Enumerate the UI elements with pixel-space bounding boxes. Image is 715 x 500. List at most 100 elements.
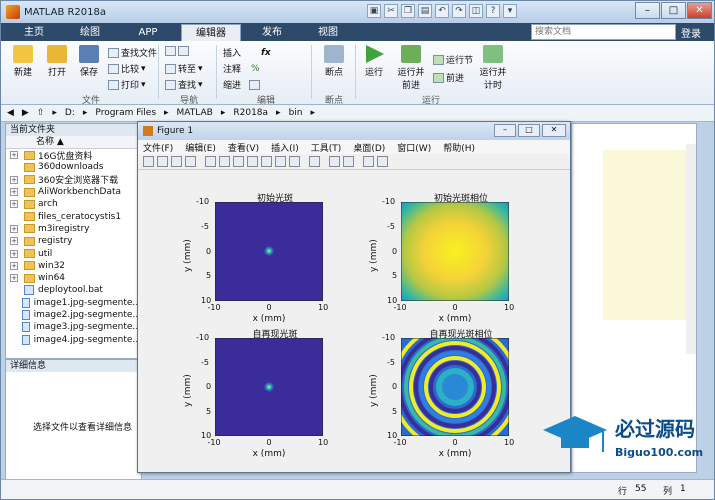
paste-icon[interactable]: ▤ bbox=[418, 4, 432, 18]
find-files-button[interactable]: 查找文件 bbox=[108, 46, 157, 59]
run-advance-button[interactable]: 运行并 前进 bbox=[393, 45, 429, 91]
name-column-header[interactable]: 名称 ▲ bbox=[6, 136, 141, 149]
indent-button[interactable]: 缩进 bbox=[223, 78, 261, 91]
figure-minimize-button[interactable]: – bbox=[494, 124, 516, 137]
menu-edit[interactable]: 编辑(E) bbox=[185, 141, 216, 154]
save-figure-icon[interactable] bbox=[171, 156, 182, 167]
list-item[interactable]: image3.jpg-segmente... bbox=[6, 321, 141, 333]
save-button[interactable]: 保存 bbox=[73, 45, 105, 78]
goto-button[interactable]: 转至 ▾ bbox=[165, 62, 203, 75]
browse-folder-icon[interactable]: ▸ bbox=[52, 108, 57, 118]
tab-apps[interactable]: APP bbox=[123, 24, 173, 41]
list-item[interactable]: + m3iregistry bbox=[6, 223, 141, 235]
menu-view[interactable]: 查看(V) bbox=[228, 141, 259, 154]
forward-icon[interactable]: ▶ bbox=[22, 108, 29, 118]
maximize-button[interactable]: □ bbox=[661, 2, 686, 19]
list-item[interactable]: + AliWorkbenchData bbox=[6, 186, 141, 198]
list-item[interactable]: deploytool.bat bbox=[6, 284, 141, 296]
compare-button[interactable]: 比较 ▾ bbox=[108, 62, 146, 75]
dropdown-icon[interactable]: ▾ bbox=[503, 4, 517, 18]
breakpoints-button[interactable]: 断点 bbox=[317, 45, 351, 78]
brush-icon[interactable] bbox=[289, 156, 300, 167]
menu-file[interactable]: 文件(F) bbox=[143, 141, 173, 154]
expand-icon[interactable]: + bbox=[10, 224, 18, 233]
list-item[interactable]: + win64 bbox=[6, 272, 141, 284]
print-figure-icon[interactable] bbox=[185, 156, 196, 167]
run-time-button[interactable]: 运行并 计时 bbox=[475, 45, 511, 91]
expand-icon[interactable]: + bbox=[10, 151, 18, 160]
list-item[interactable]: + util bbox=[6, 247, 141, 259]
pan-icon[interactable] bbox=[247, 156, 258, 167]
undo-icon[interactable]: ↶ bbox=[435, 4, 449, 18]
cut-icon[interactable]: ✂ bbox=[384, 4, 398, 18]
insert-button[interactable]: 插入 fx bbox=[223, 46, 271, 60]
find-button[interactable]: 查找 ▾ bbox=[165, 78, 203, 91]
legend-icon[interactable] bbox=[343, 156, 354, 167]
zoom-in-icon[interactable] bbox=[219, 156, 230, 167]
save-icon[interactable]: ▣ bbox=[367, 4, 381, 18]
print-button[interactable]: 打印 ▾ bbox=[108, 78, 146, 91]
list-item[interactable]: + registry bbox=[6, 235, 141, 247]
expand-icon[interactable]: + bbox=[10, 188, 18, 197]
up-folder-icon[interactable]: ⇧ bbox=[37, 108, 45, 118]
open-file-icon[interactable] bbox=[157, 156, 168, 167]
expand-icon[interactable]: + bbox=[10, 200, 18, 209]
list-item[interactable]: image4.jpg-segmente... bbox=[6, 333, 141, 345]
path-bin[interactable]: bin bbox=[289, 108, 303, 118]
switch-windows-icon[interactable]: ◫ bbox=[469, 4, 483, 18]
search-documentation-input[interactable]: 搜索文档 bbox=[531, 24, 676, 40]
comment-button[interactable]: 注释% bbox=[223, 62, 260, 76]
close-button[interactable]: ✕ bbox=[687, 2, 712, 19]
pointer-icon[interactable] bbox=[205, 156, 216, 167]
login-link[interactable]: 登录 bbox=[681, 25, 701, 40]
menu-insert[interactable]: 插入(I) bbox=[271, 141, 299, 154]
hide-plot-tools-icon[interactable] bbox=[363, 156, 374, 167]
back-forward-buttons[interactable] bbox=[165, 46, 189, 56]
list-item[interactable]: files_ceratocystis1 bbox=[6, 210, 141, 222]
expand-icon[interactable]: + bbox=[10, 175, 18, 184]
link-plot-icon[interactable] bbox=[309, 156, 320, 167]
menu-help[interactable]: 帮助(H) bbox=[443, 141, 475, 154]
show-plot-tools-icon[interactable] bbox=[377, 156, 388, 167]
figure-close-button[interactable]: ✕ bbox=[542, 124, 566, 137]
new-figure-icon[interactable] bbox=[143, 156, 154, 167]
path-drive[interactable]: D: bbox=[65, 108, 75, 118]
menu-desktop[interactable]: 桌面(D) bbox=[353, 141, 385, 154]
list-item[interactable]: + win32 bbox=[6, 260, 141, 272]
list-item[interactable]: image1.jpg-segmente... bbox=[6, 297, 141, 309]
list-item[interactable]: 360downloads bbox=[6, 161, 141, 173]
zoom-out-icon[interactable] bbox=[233, 156, 244, 167]
list-item[interactable]: +360安全浏览器下载 bbox=[6, 174, 141, 186]
copy-icon[interactable]: ❐ bbox=[401, 4, 415, 18]
data-cursor-icon[interactable] bbox=[275, 156, 286, 167]
tab-publish[interactable]: 发布 bbox=[247, 24, 297, 41]
list-item[interactable]: + arch bbox=[6, 198, 141, 210]
tab-editor[interactable]: 编辑器 bbox=[181, 24, 241, 41]
open-button[interactable]: 打开 bbox=[41, 45, 73, 78]
list-item[interactable]: image2.jpg-segmente... bbox=[6, 309, 141, 321]
path-matlab[interactable]: MATLAB bbox=[177, 108, 213, 118]
list-item[interactable]: +16G优盘资料 bbox=[6, 149, 141, 161]
run-section-button[interactable]: 运行节 bbox=[433, 53, 473, 66]
new-button[interactable]: 新建 bbox=[7, 45, 39, 78]
expand-icon[interactable]: + bbox=[10, 274, 18, 283]
tab-plots[interactable]: 绘图 bbox=[65, 24, 115, 41]
colorbar-icon[interactable] bbox=[329, 156, 340, 167]
path-program-files[interactable]: Program Files bbox=[95, 108, 156, 118]
rotate-icon[interactable] bbox=[261, 156, 272, 167]
menu-tools[interactable]: 工具(T) bbox=[311, 141, 342, 154]
tab-view[interactable]: 视图 bbox=[303, 24, 353, 41]
scrollbar[interactable] bbox=[686, 144, 696, 354]
minimize-button[interactable]: – bbox=[635, 2, 660, 19]
help-icon[interactable]: ? bbox=[486, 4, 500, 18]
expand-icon[interactable]: + bbox=[10, 237, 18, 246]
figure-maximize-button[interactable]: □ bbox=[518, 124, 540, 137]
menu-window[interactable]: 窗口(W) bbox=[397, 141, 431, 154]
back-icon[interactable]: ◀ bbox=[7, 108, 14, 118]
advance-button[interactable]: 前进 bbox=[433, 71, 464, 84]
tab-home[interactable]: 主页 bbox=[9, 24, 59, 41]
expand-icon[interactable]: + bbox=[10, 249, 18, 258]
run-button[interactable]: 运行 bbox=[359, 45, 389, 78]
expand-icon[interactable]: + bbox=[10, 261, 18, 270]
path-r2018a[interactable]: R2018a bbox=[233, 108, 268, 118]
